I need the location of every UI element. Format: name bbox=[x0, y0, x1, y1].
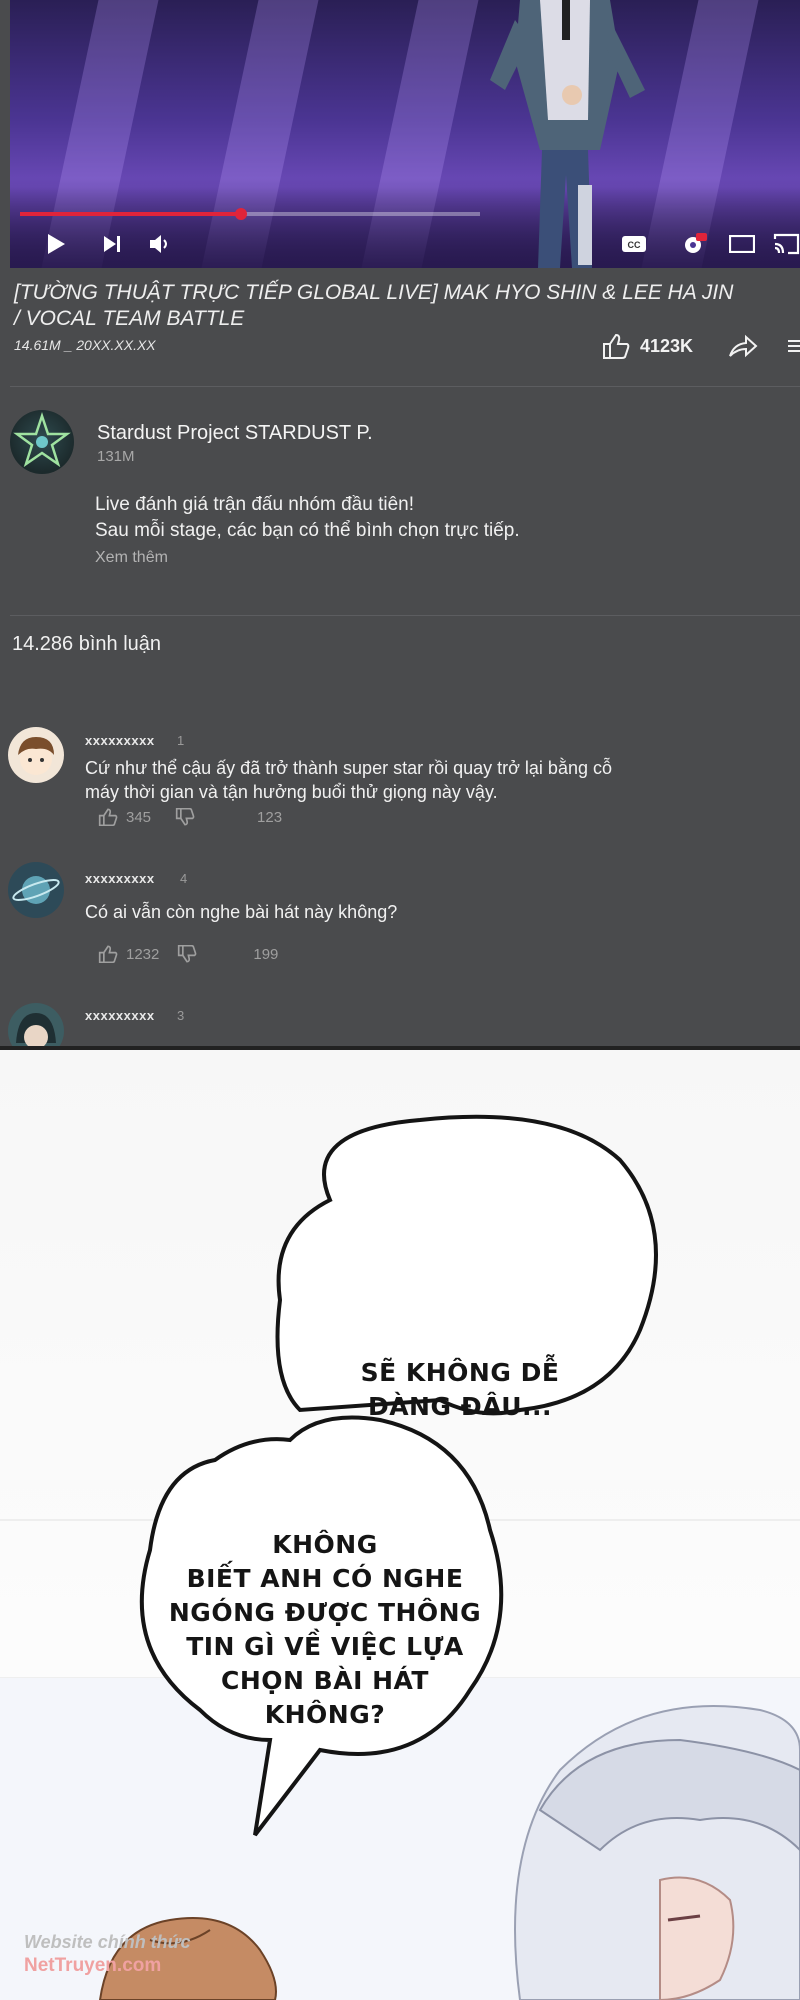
progress-bar[interactable] bbox=[20, 208, 480, 220]
comment-avatar[interactable] bbox=[8, 727, 64, 783]
volume-button[interactable] bbox=[144, 228, 176, 260]
bubble-line: SẼ KHÔNG DỄ bbox=[360, 1358, 560, 1387]
watermark-line: NetTruyen.com bbox=[24, 1955, 162, 1976]
comment-time: 1 bbox=[177, 733, 185, 748]
divider bbox=[10, 615, 800, 616]
comment-dislike-button[interactable] bbox=[177, 945, 197, 963]
avatar-planet-icon bbox=[12, 876, 60, 904]
dislike-icon bbox=[178, 945, 197, 963]
cast-icon bbox=[773, 233, 800, 255]
show-more-link[interactable]: Xem thêm bbox=[95, 549, 168, 567]
comic-artwork bbox=[0, 1114, 800, 2000]
comment-text: Cứ như thể cậu ấy đã trở thành super sta… bbox=[85, 756, 725, 804]
bubble-line: KHÔNG bbox=[272, 1530, 378, 1559]
watermark-line: Website chính thức bbox=[24, 1932, 191, 1952]
video-meta: 14.61M _ 20XX.XX.XX bbox=[14, 337, 156, 353]
speech-bubble-text: SẼ KHÔNG DỄ DÀNG ĐÂU... bbox=[340, 1356, 580, 1424]
bubble-line: CHỌN BÀI HÁT bbox=[221, 1666, 429, 1695]
comment-reply-count[interactable]: 199 bbox=[253, 946, 278, 963]
comment-actions: 1232 199 bbox=[98, 945, 278, 963]
comment-text-line: máy thời gian và tận hưởng buổi thử giọn… bbox=[85, 782, 498, 802]
avatar-person-icon bbox=[16, 1013, 56, 1049]
comment-like-count: 345 bbox=[126, 808, 152, 826]
comment-like-count: 1232 bbox=[126, 945, 160, 963]
settings-icon bbox=[685, 233, 707, 253]
next-button[interactable] bbox=[96, 228, 128, 260]
like-icon bbox=[603, 333, 630, 359]
progress-scrubber[interactable] bbox=[234, 208, 247, 220]
share-icon bbox=[729, 334, 758, 358]
comment-text: Có ai vẫn còn nghe bài hát này không? bbox=[85, 900, 725, 924]
progress-fill bbox=[20, 212, 241, 216]
volume-icon bbox=[150, 235, 167, 253]
like-icon bbox=[98, 945, 118, 963]
comment-text-line: Cứ như thể cậu ấy đã trở thành super sta… bbox=[85, 758, 612, 778]
like-icon bbox=[98, 808, 118, 826]
comment-avatar[interactable] bbox=[8, 862, 64, 918]
subscriber-count: 131M bbox=[97, 448, 135, 465]
like-count: 4123K bbox=[640, 335, 694, 356]
player-controls: CC bbox=[10, 228, 800, 260]
comment-avatar[interactable] bbox=[8, 1003, 64, 1050]
bubble-line: DÀNG ĐÂU... bbox=[367, 1392, 553, 1421]
video-title: [TƯỜNG THUẬT TRỰC TIẾP GLOBAL LIVE] MAK … bbox=[14, 281, 734, 330]
description-line: Live đánh giá trận đấu nhóm đầu tiên! bbox=[95, 494, 415, 515]
comment-dislike-button[interactable] bbox=[175, 808, 195, 826]
channel-avatar[interactable] bbox=[10, 410, 74, 474]
cast-button[interactable] bbox=[770, 228, 800, 260]
site-watermark: Website chính thức NetTruyen.com bbox=[24, 1930, 191, 1978]
comment-username[interactable]: xxxxxxxxx bbox=[85, 1008, 155, 1023]
comment-text-line: Có ai vẫn còn nghe bài hát này không? bbox=[85, 902, 398, 922]
more-menu-button[interactable] bbox=[788, 330, 800, 362]
play-icon bbox=[48, 234, 65, 254]
description-line: Sau mỗi stage, các bạn có thể bình chọn … bbox=[95, 520, 520, 541]
comment-time: 4 bbox=[180, 871, 188, 886]
svg-text:CC: CC bbox=[628, 240, 641, 250]
bubble-line: BIẾT ANH CÓ NGHE bbox=[186, 1564, 464, 1593]
bubble-line: KHÔNG? bbox=[264, 1700, 386, 1729]
comment-count: 14.286 bình luận bbox=[12, 633, 162, 655]
comment-username[interactable]: xxxxxxxxx bbox=[85, 733, 155, 748]
comment-like-button[interactable]: 1232 bbox=[98, 945, 159, 963]
divider bbox=[10, 386, 800, 387]
comment-reply-count[interactable]: 123 bbox=[257, 809, 282, 826]
menu-icon bbox=[788, 340, 800, 352]
avatar-face-icon bbox=[18, 737, 54, 775]
video-description: Live đánh giá trận đấu nhóm đầu tiên! Sa… bbox=[95, 492, 520, 544]
comment-time: 3 bbox=[177, 1008, 185, 1023]
channel-name[interactable]: Stardust Project STARDUST P. bbox=[97, 422, 373, 445]
share-button[interactable] bbox=[728, 330, 758, 362]
next-icon bbox=[104, 236, 120, 252]
comic-panel: SẼ KHÔNG DỄ DÀNG ĐÂU... KHÔNG BIẾT ANH C… bbox=[0, 1050, 800, 2000]
comment-actions: 345 123 bbox=[98, 808, 282, 826]
comment-username[interactable]: xxxxxxxxx bbox=[85, 871, 155, 886]
video-player[interactable]: CC bbox=[10, 0, 800, 268]
play-button[interactable] bbox=[40, 228, 72, 260]
settings-button[interactable] bbox=[678, 228, 710, 260]
video-app-screenshot: CC [TƯỜNG THUẬT TRỰC TIẾP GLOBAL LIVE] M… bbox=[0, 0, 800, 1050]
star-logo-icon bbox=[13, 412, 71, 468]
dislike-icon bbox=[175, 808, 195, 826]
bubble-line: TIN GÌ VỀ VIỆC LỰA bbox=[186, 1632, 464, 1661]
miniplayer-icon bbox=[729, 235, 755, 253]
bubble-line: NGÓNG ĐƯỢC THÔNG bbox=[168, 1598, 482, 1627]
speech-bubble-text: KHÔNG BIẾT ANH CÓ NGHE NGÓNG ĐƯỢC THÔNG … bbox=[160, 1528, 490, 1732]
like-button[interactable]: 4123K bbox=[602, 330, 693, 362]
comment-like-button[interactable]: 345 bbox=[98, 808, 151, 826]
miniplayer-button[interactable] bbox=[726, 228, 758, 260]
captions-button[interactable]: CC bbox=[618, 228, 650, 260]
captions-icon: CC bbox=[622, 236, 646, 252]
